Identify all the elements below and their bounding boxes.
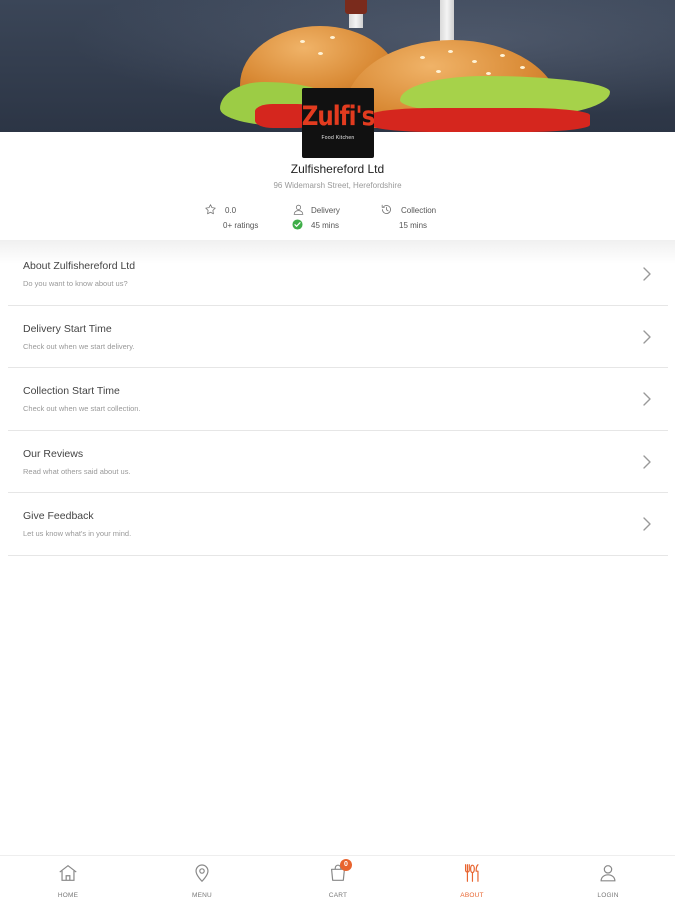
restaurant-address: 96 Widemarsh Street, Herefordshire bbox=[273, 181, 402, 190]
check-circle-icon bbox=[292, 218, 303, 232]
rating-value: 0.0 bbox=[225, 205, 237, 215]
rating-count: 0+ ratings bbox=[223, 220, 259, 230]
delivery-person-icon bbox=[292, 203, 305, 218]
delivery-time: 45 mins bbox=[311, 220, 340, 230]
rating-stat: 0.0 0+ ratings bbox=[204, 202, 274, 236]
about-item-our-reviews[interactable]: Our Reviews Read what others said about … bbox=[8, 431, 668, 493]
restaurant-logo: Zulfi's Food Kitchen bbox=[302, 88, 374, 158]
about-item-title: Collection Start Time bbox=[23, 385, 120, 397]
about-item-title: Delivery Start Time bbox=[23, 322, 112, 335]
collection-stat: Collection 15 mins bbox=[380, 202, 460, 236]
fork-knife-icon bbox=[461, 856, 483, 889]
about-item-description: Check out when we start delivery. bbox=[23, 341, 135, 351]
chevron-right-icon bbox=[640, 390, 654, 408]
bottom-nav: HOME MENU 0 CART ABOUT LOGIN bbox=[0, 855, 675, 900]
about-item-description: Read what others said about us. bbox=[23, 466, 131, 476]
restaurant-name: Zulfishereford Ltd bbox=[290, 162, 385, 176]
nav-login-label: LOGIN bbox=[597, 892, 619, 899]
location-pin-icon bbox=[191, 856, 213, 889]
delivery-stat: Delivery 45 mins bbox=[292, 202, 362, 236]
cart-count-badge: 0 bbox=[340, 859, 352, 871]
about-list: About Zulfishereford Ltd Do you want to … bbox=[8, 243, 668, 556]
about-item-title: Give Feedback bbox=[23, 510, 94, 522]
collection-label: Collection bbox=[401, 205, 437, 215]
about-item-description: Let us know what's in your mind. bbox=[23, 529, 132, 538]
about-item-description: Do you want to know about us? bbox=[23, 279, 128, 288]
nav-menu-label: MENU bbox=[192, 892, 212, 899]
clock-history-icon bbox=[380, 203, 393, 218]
chevron-right-icon bbox=[640, 515, 654, 533]
nav-cart[interactable]: 0 CART bbox=[298, 856, 378, 900]
nav-login[interactable]: LOGIN bbox=[568, 856, 648, 900]
nav-home-label: HOME bbox=[57, 892, 79, 899]
restaurant-stats: 0.0 0+ ratings Delivery 45 mins Collecti… bbox=[0, 202, 675, 236]
collection-time: 15 mins bbox=[399, 220, 428, 230]
chevron-right-icon bbox=[640, 265, 654, 283]
user-icon bbox=[597, 856, 619, 889]
about-item-title: About Zulfishereford Ltd bbox=[23, 260, 136, 272]
about-item-description: Check out when we start collection. bbox=[23, 404, 141, 413]
chevron-right-icon bbox=[640, 453, 654, 471]
nav-home[interactable]: HOME bbox=[28, 856, 108, 900]
about-item-title: Our Reviews bbox=[23, 447, 84, 460]
about-item-collection-start-time[interactable]: Collection Start Time Check out when we … bbox=[8, 368, 668, 431]
about-item-delivery-start-time[interactable]: Delivery Start Time Check out when we st… bbox=[8, 306, 668, 368]
nav-about[interactable]: ABOUT bbox=[432, 856, 512, 900]
chevron-right-icon bbox=[640, 328, 654, 346]
about-item-give-feedback[interactable]: Give Feedback Let us know what's in your… bbox=[8, 493, 668, 556]
logo-subtext: Food Kitchen bbox=[321, 134, 355, 141]
nav-about-label: ABOUT bbox=[460, 892, 484, 899]
home-icon bbox=[57, 856, 79, 889]
logo-mark: Zulfi's bbox=[302, 101, 374, 132]
nav-menu[interactable]: MENU bbox=[162, 856, 242, 900]
delivery-label: Delivery bbox=[311, 205, 340, 215]
star-icon bbox=[204, 203, 217, 218]
about-item-about-us[interactable]: About Zulfishereford Ltd Do you want to … bbox=[8, 243, 668, 306]
nav-cart-label: CART bbox=[328, 892, 348, 899]
